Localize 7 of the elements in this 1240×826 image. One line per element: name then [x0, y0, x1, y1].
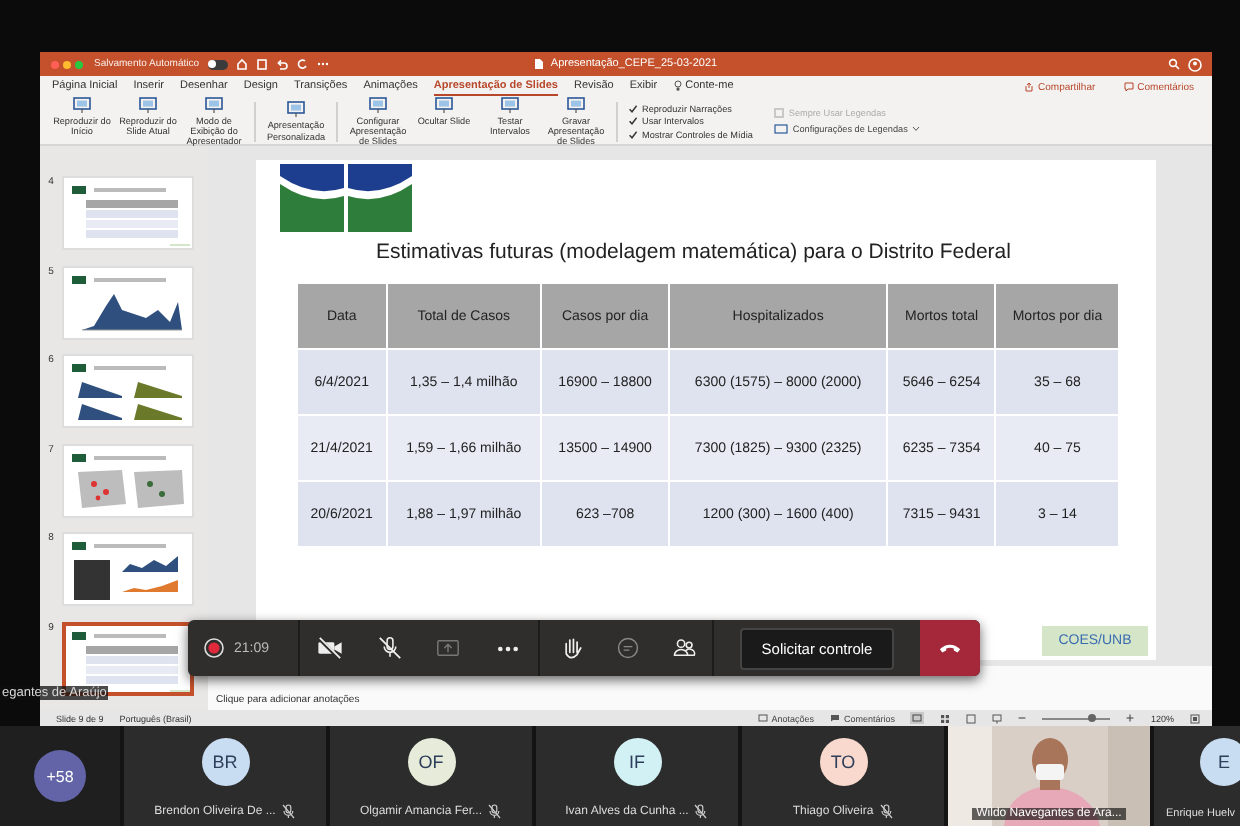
avatar: TO	[819, 738, 867, 786]
avatar: BR	[201, 738, 249, 786]
more-participants-badge[interactable]: +58	[34, 750, 86, 802]
avatar: OF	[407, 738, 455, 786]
avatar: E	[1200, 738, 1240, 786]
avatar: IF	[613, 738, 661, 786]
slide-title: Estimativas futuras (modelagem matemática) para o Distrito Federal	[376, 240, 1013, 264]
